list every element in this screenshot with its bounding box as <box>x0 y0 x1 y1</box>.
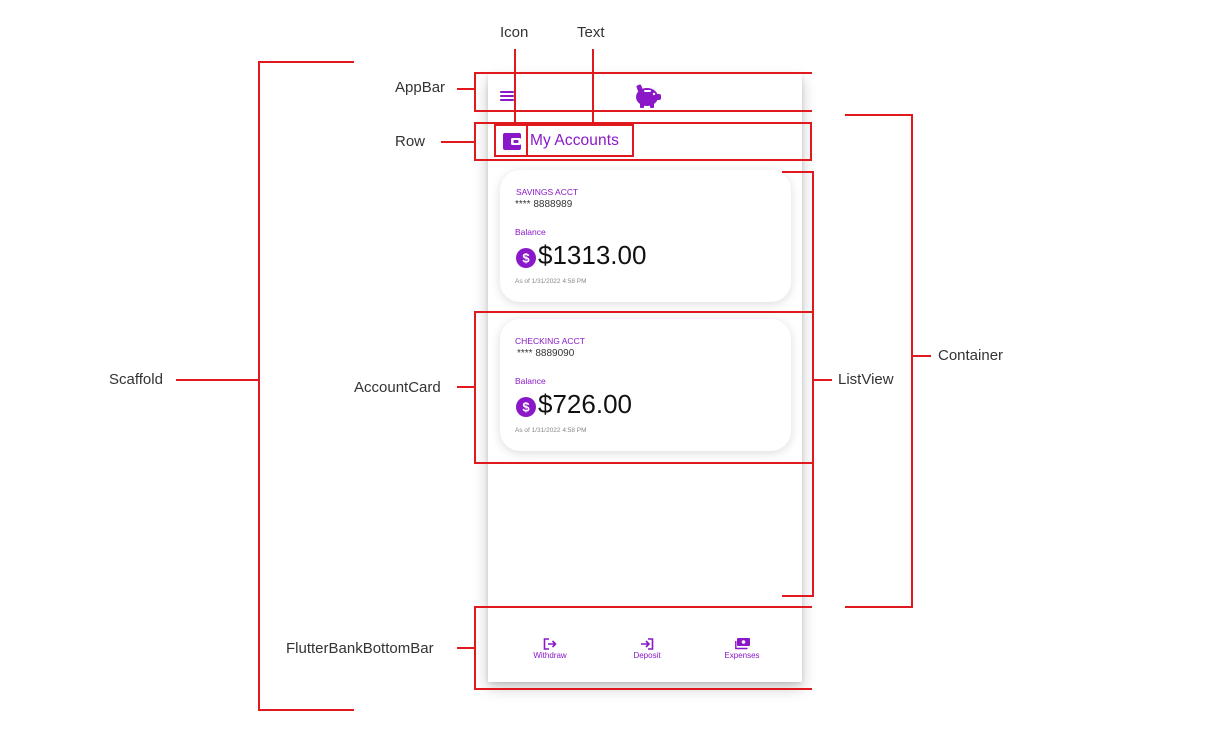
payments-icon <box>734 638 750 650</box>
annotation-connector <box>911 355 931 357</box>
annotation-connector <box>176 379 260 381</box>
balance-amount: $1313.00 <box>538 240 647 270</box>
annotation-box-accountcard <box>474 311 814 464</box>
menu-icon[interactable] <box>500 91 514 101</box>
annotation-bracket <box>258 61 260 711</box>
annotation-bracket <box>258 61 354 63</box>
annotation-bracket <box>258 709 354 711</box>
nav-deposit-button[interactable]: Deposit <box>612 638 682 660</box>
nav-label: Expenses <box>724 651 760 660</box>
account-number: **** 8888989 <box>515 199 573 210</box>
nav-label: Deposit <box>633 651 661 660</box>
annotation-bracket <box>474 72 476 112</box>
annotation-label-scaffold: Scaffold <box>109 371 163 388</box>
dollar-coin-icon: $ <box>516 248 536 268</box>
nav-withdraw-button[interactable]: Withdraw <box>515 638 585 660</box>
annotation-bracket <box>845 606 913 608</box>
annotation-connector <box>457 386 475 388</box>
annotation-bracket <box>782 595 814 597</box>
annotation-box-icon <box>494 124 528 157</box>
annotation-bracket <box>782 171 814 173</box>
login-icon <box>641 638 654 650</box>
as-of-timestamp: As of 1/31/2022 4:58 PM <box>515 278 587 285</box>
annotation-bracket <box>474 72 812 74</box>
balance-label: Balance <box>515 227 546 237</box>
annotation-bracket <box>911 114 913 608</box>
nav-expenses-button[interactable]: Expenses <box>707 638 777 660</box>
annotation-connector <box>441 141 475 143</box>
annotation-bracket <box>812 171 814 597</box>
logout-icon <box>543 638 557 650</box>
annotation-label-listview: ListView <box>838 371 894 388</box>
annotation-label-text: Text <box>577 24 605 41</box>
annotation-box-text <box>526 124 634 157</box>
annotation-connector <box>457 88 475 90</box>
annotation-label-appbar: AppBar <box>395 79 446 96</box>
account-card[interactable]: SAVINGS ACCT **** 8888989 Balance $ $131… <box>500 170 791 302</box>
annotation-bracket <box>474 606 812 608</box>
annotation-bracket <box>474 110 812 112</box>
svg-text:$: $ <box>522 251 530 266</box>
annotation-label-row: Row <box>395 133 426 150</box>
annotation-label-icon: Icon <box>500 24 529 41</box>
annotation-bracket <box>474 688 812 690</box>
account-type: SAVINGS ACCT <box>516 187 579 197</box>
annotation-label-container: Container <box>938 347 1004 364</box>
annotation-bracket <box>845 114 913 116</box>
nav-label: Withdraw <box>533 651 567 660</box>
annotation-label-bottombar: FlutterBankBottomBar <box>286 640 434 657</box>
piggy-bank-icon <box>636 84 661 108</box>
annotation-connector <box>457 647 475 649</box>
annotation-label-accountcard: AccountCard <box>354 379 441 396</box>
annotation-connector <box>812 379 832 381</box>
annotation-bracket <box>474 606 476 690</box>
